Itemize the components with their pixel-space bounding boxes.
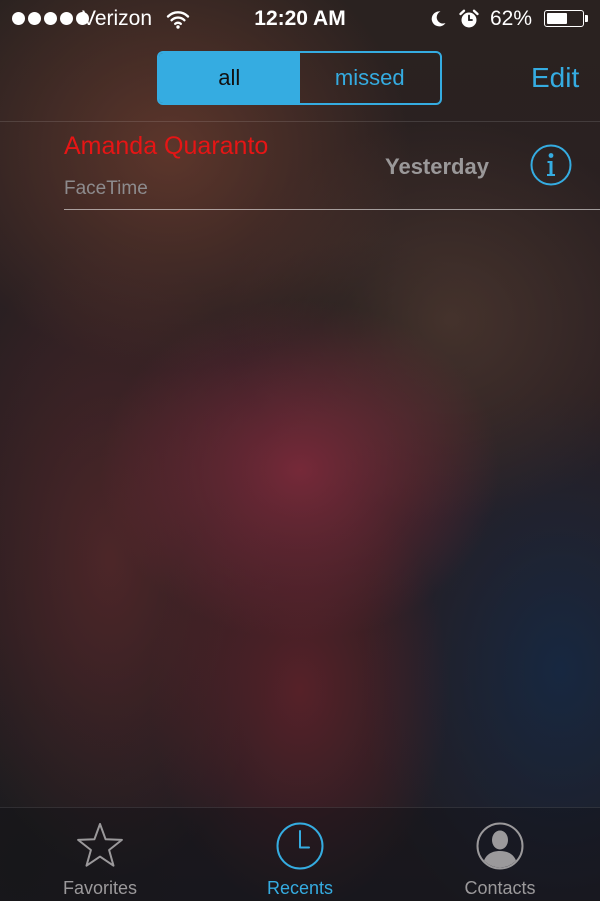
info-icon[interactable] [529,143,573,187]
tab-contacts[interactable]: Contacts [400,808,600,901]
battery-level-fill [547,13,568,24]
edit-button[interactable]: Edit [531,62,579,94]
call-type-label: FaceTime [64,178,148,199]
tab-recents[interactable]: Recents [200,808,400,901]
segment-all[interactable]: all [159,53,300,103]
tab-bar: Favorites Recents Contacts [0,807,600,901]
tab-recents-label: Recents [266,878,334,898]
battery-icon [544,10,584,27]
tab-favorites[interactable]: Favorites [0,808,200,901]
call-filter-segmented-control: all missed [157,51,442,105]
tab-favorites-label: Favorites [62,878,138,898]
row-divider [64,209,600,210]
contact-icon [474,820,526,877]
caller-name: Amanda Quaranto [64,132,269,160]
call-timestamp: Yesterday [385,154,489,179]
phone-recents-screen: Verizon 12:20 AM 62% all missed Edit Ama… [0,0,600,901]
clock-icon [274,820,326,877]
battery-percentage: 62% [490,7,533,30]
segment-missed[interactable]: missed [300,53,441,103]
recent-call-row[interactable]: Amanda Quaranto FaceTime Yesterday [0,122,600,210]
alarm-icon [458,8,480,35]
battery-tip [585,15,588,22]
moon-icon [428,9,448,34]
star-icon [74,820,126,877]
tab-contacts-label: Contacts [464,878,536,898]
status-bar: Verizon 12:20 AM 62% [0,0,600,40]
